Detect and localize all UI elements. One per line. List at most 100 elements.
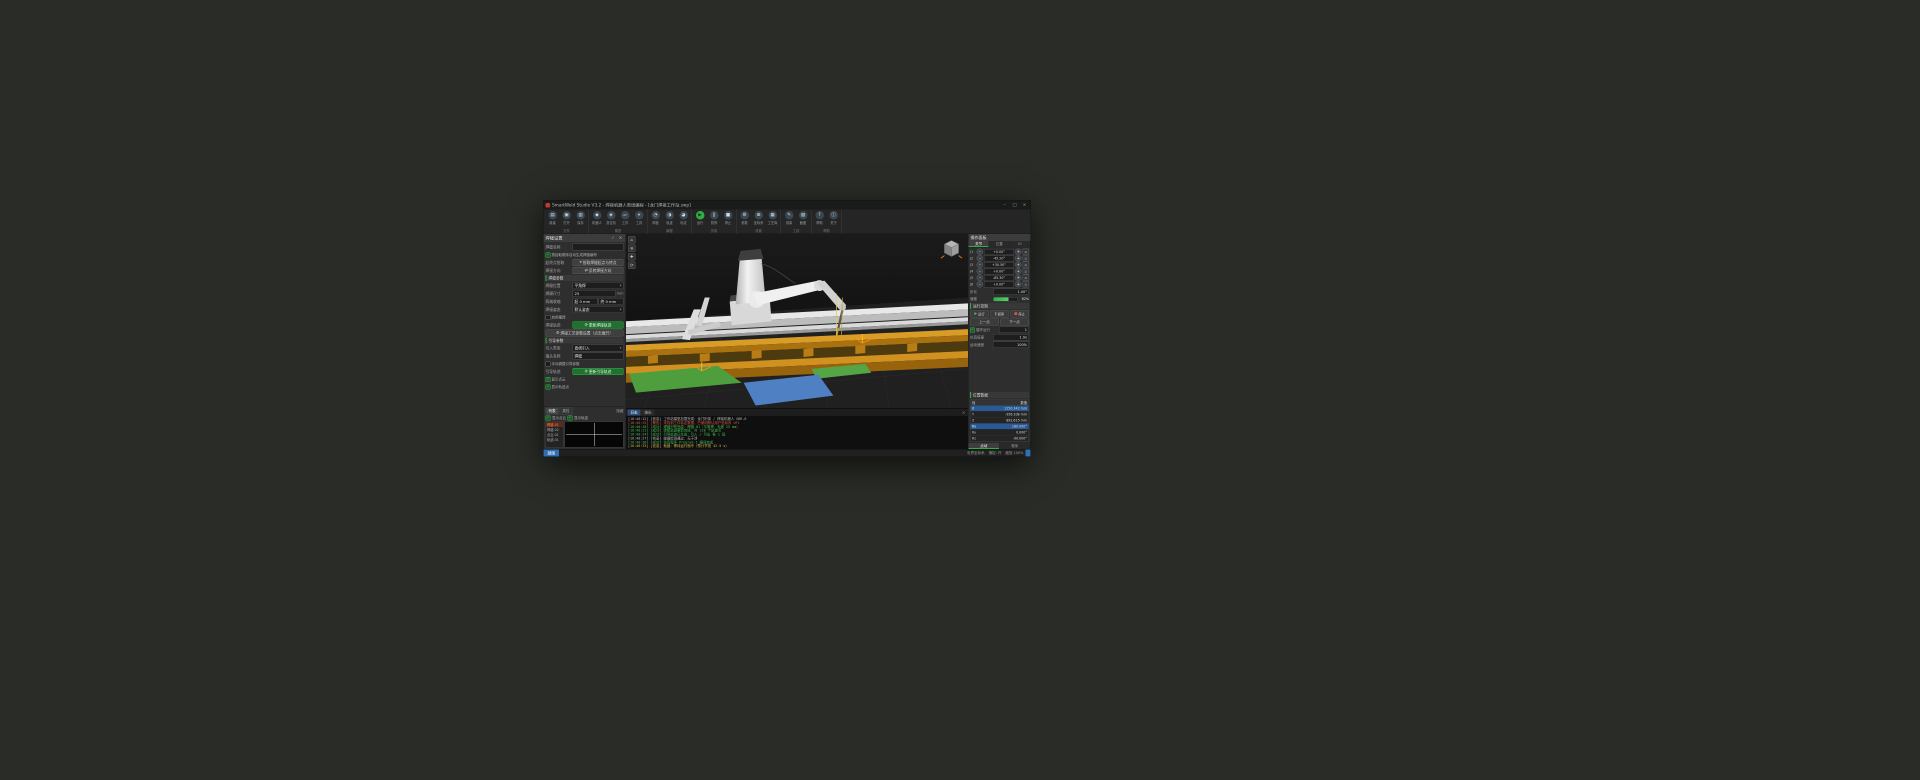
weld-name-input[interactable] bbox=[572, 243, 624, 251]
ribbon-button[interactable]: ▶ 运行 bbox=[694, 211, 707, 229]
clear-log-button[interactable]: × bbox=[961, 410, 967, 416]
list-tab[interactable]: 属性 bbox=[559, 407, 573, 415]
auto-number-row[interactable]: ✓ 按拾取顺序自动生成焊缝编号 bbox=[545, 252, 624, 259]
posture-select[interactable]: 默认姿态 ▾ bbox=[572, 306, 624, 313]
step-input[interactable]: 1.00° bbox=[993, 288, 1029, 295]
leg-size-input[interactable]: 25 bbox=[572, 290, 616, 297]
joint-label: J2 bbox=[970, 256, 974, 261]
refresh-icon: ⟳ bbox=[584, 322, 588, 327]
viewport-tool-button[interactable]: ✚ bbox=[628, 253, 636, 261]
run-button-icon: ‖ bbox=[994, 311, 997, 316]
status-bar: 就绪 世界坐标系 捕捉: 开 缩放 100% bbox=[543, 449, 1031, 457]
viewport-tool-button[interactable]: ⟳ bbox=[628, 261, 636, 269]
jog-home-button[interactable]: ⌂ bbox=[1022, 281, 1029, 288]
weld-position-select[interactable]: 平角焊 ▾ bbox=[572, 282, 624, 289]
ribbon-button[interactable]: ▥ 保存 bbox=[574, 211, 587, 229]
prev-point-button[interactable]: 上一点 bbox=[970, 318, 999, 326]
speed-slider[interactable] bbox=[993, 296, 1018, 302]
axis-name: Z bbox=[972, 418, 975, 423]
ribbon-button[interactable]: ◆ 机器人 bbox=[591, 211, 604, 229]
joint-value[interactable]: -65.30° bbox=[984, 274, 1014, 281]
ribbon-button-label: 新建 bbox=[549, 221, 556, 225]
ribbon-button[interactable]: ▣ 打开 bbox=[560, 211, 573, 229]
sim-speed-input[interactable]: 1.0x bbox=[993, 334, 1029, 341]
ribbon-button[interactable]: ▦ 工艺库 bbox=[766, 211, 779, 229]
jog-panel-tab[interactable]: 关节 bbox=[968, 241, 990, 247]
ribbon-button[interactable]: ⌖ 工具 bbox=[633, 211, 646, 229]
ribbon-button[interactable]: ‖ 暂停 bbox=[708, 211, 721, 229]
ribbon-button[interactable]: ▱ 工件 bbox=[619, 211, 632, 229]
ribbon-toolbar: ▤ 新建 ▣ 打开 ▥ 保存 文件 ◆ 机器人 ◈ 变位机 ▱ 工件 ⌖ 工具 … bbox=[543, 209, 1031, 234]
jog-panel-title: 操作面板 bbox=[968, 234, 1031, 241]
joint-value[interactable]: +30.50° bbox=[984, 261, 1014, 268]
joint-value[interactable]: +0.00° bbox=[984, 248, 1014, 255]
view-cube[interactable] bbox=[940, 237, 963, 260]
confirm-icon[interactable]: ✓ bbox=[610, 236, 616, 241]
log-tab[interactable]: 日志 bbox=[627, 409, 641, 416]
resize-grip[interactable] bbox=[1025, 449, 1031, 457]
shrink-end-input[interactable]: 终 0 mm bbox=[598, 298, 624, 305]
viewport-3d[interactable]: ⌂ ⊕ ✚ ⟳ bbox=[626, 234, 968, 409]
loop-row[interactable]: ✓ 循环运行 1 bbox=[970, 326, 1029, 333]
scene-3d[interactable] bbox=[626, 234, 968, 409]
position-row[interactable]: Rz -90.000° bbox=[971, 436, 1029, 442]
gear-icon: ⚙ bbox=[555, 330, 560, 335]
viewport-tool-button[interactable]: ⌂ bbox=[628, 236, 636, 244]
ribbon-button[interactable]: ■ 停止 bbox=[722, 211, 735, 229]
move-speed-input[interactable]: 100% bbox=[993, 341, 1029, 348]
run-button[interactable]: ▶ 运行 bbox=[970, 310, 989, 318]
pointcloud-preview[interactable] bbox=[564, 421, 624, 448]
ribbon-button[interactable]: ◈ 变位机 bbox=[605, 211, 618, 229]
weld-list-item[interactable]: 轨迹-01 bbox=[546, 437, 563, 442]
jog-plus-button[interactable]: + bbox=[1015, 281, 1022, 288]
ribbon-button[interactable]: ◔ 焊缝 bbox=[649, 211, 662, 229]
update-weld-path-button[interactable]: ⟳ 更新焊接轨迹 bbox=[572, 321, 624, 329]
axis-value: -90.000° bbox=[1012, 436, 1027, 441]
jog-minus-button[interactable]: – bbox=[976, 281, 983, 288]
manual-adjust-row[interactable]: 手动调整引导参数 bbox=[545, 361, 624, 368]
ribbon-button[interactable]: ✎ 测量 bbox=[783, 211, 796, 229]
ribbon-button[interactable]: ▤ 新建 bbox=[546, 211, 559, 229]
show-cloud-row[interactable]: ✓ 显示点云 bbox=[545, 376, 624, 383]
update-lead-path-button[interactable]: ⟳ 更新引导轨迹 bbox=[572, 368, 624, 375]
jog-panel-tab[interactable]: IO bbox=[1009, 241, 1031, 247]
checkbox-checked-icon[interactable]: ✓ bbox=[545, 415, 551, 421]
close-panel-icon[interactable]: × bbox=[618, 236, 624, 241]
pick-endpoints-button[interactable]: ⌖ 拾取焊缝起点与终点 bbox=[572, 259, 624, 266]
weave-check-row[interactable]: 启用摆焊 bbox=[545, 314, 624, 321]
process-settings-button[interactable]: ⚙ 焊接工艺参数设置（点击展开） bbox=[545, 329, 624, 337]
viewport-tool-button[interactable]: ⊕ bbox=[628, 244, 636, 252]
log-line[interactable]: [16:40:33] [信息] 就绪：等待运行指令（预计节拍 42.5 s） bbox=[628, 444, 966, 448]
next-point-button[interactable]: 下一点 bbox=[1000, 318, 1029, 326]
hide-button[interactable]: 隐藏 bbox=[617, 409, 624, 414]
run-button[interactable]: ‖ 暂停 bbox=[990, 310, 1009, 318]
joint-value[interactable]: -45.20° bbox=[984, 255, 1014, 262]
list-tab[interactable]: 列表 bbox=[545, 407, 559, 415]
joint-value[interactable]: +0.00° bbox=[984, 281, 1014, 288]
ribbon-button[interactable]: ? 帮助 bbox=[813, 211, 826, 229]
ribbon-button[interactable]: ▧ 截图 bbox=[797, 211, 810, 229]
shrink-start-input[interactable]: 起 0 mm bbox=[572, 298, 598, 305]
ribbon-button[interactable]: ⓘ 关于 bbox=[827, 211, 840, 229]
ribbon-button[interactable]: ◑ 轨迹 bbox=[663, 211, 676, 229]
ribbon-button[interactable]: ◕ 标定 bbox=[677, 211, 690, 229]
joint-value[interactable]: +0.00° bbox=[984, 268, 1014, 275]
maximize-button[interactable]: □ bbox=[1011, 202, 1019, 209]
ribbon-button[interactable]: ⚙ 参数 bbox=[738, 211, 751, 229]
minimize-button[interactable]: – bbox=[1001, 202, 1009, 209]
run-button[interactable]: ■ 停止 bbox=[1010, 310, 1029, 318]
head-name-input[interactable]: 焊缝 bbox=[572, 352, 624, 360]
log-body[interactable]: [16:40:12] [信息] 工作站模型加载完成：龙门桁架 / 焊接机器人 G… bbox=[626, 416, 968, 449]
show-points-row[interactable]: ✓ 显示轨迹点 bbox=[545, 384, 624, 391]
loop-count-input[interactable]: 1 bbox=[999, 326, 1029, 333]
close-button[interactable]: × bbox=[1021, 202, 1029, 209]
axis-value: -356.108 mm bbox=[1005, 412, 1027, 417]
reverse-direction-button[interactable]: ⇄ 反转焊接方向 bbox=[572, 267, 624, 274]
log-tab[interactable]: 输出 bbox=[641, 409, 655, 416]
ribbon-group-label: 编程 bbox=[666, 229, 673, 233]
jog-panel-tab[interactable]: 位置 bbox=[989, 241, 1010, 247]
checkbox-checked-icon[interactable]: ✓ bbox=[567, 415, 573, 421]
ribbon-button[interactable]: ⊞ 坐标系 bbox=[752, 211, 765, 229]
lead-type-select[interactable]: 直线引入 ▾ bbox=[572, 344, 624, 352]
ribbon-button-icon: ◕ bbox=[679, 211, 688, 220]
